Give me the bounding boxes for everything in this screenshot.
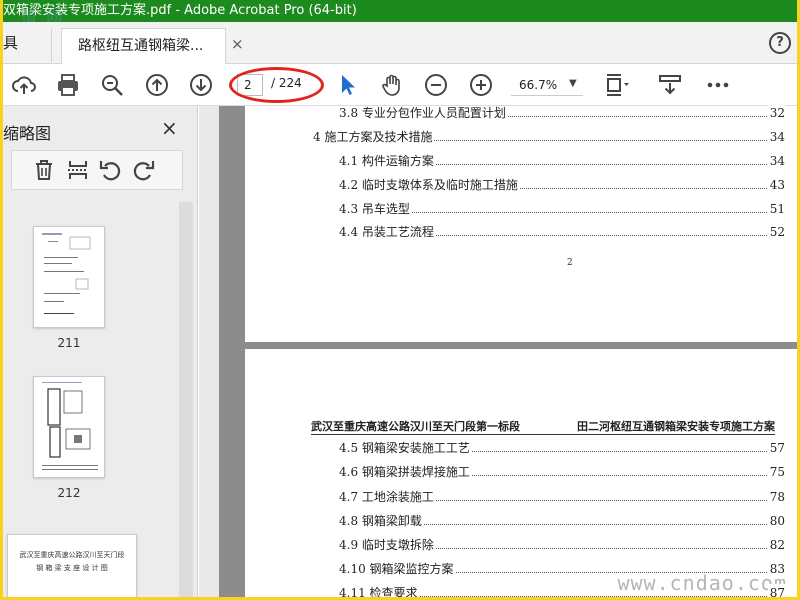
hand-tool-icon[interactable] — [379, 72, 405, 98]
rotate-left-icon[interactable] — [98, 158, 122, 182]
print-icon[interactable] — [55, 72, 81, 98]
pdf-page-3: 武汉至重庆高速公路汉川至天门段第一标段 田二河枢纽互通钢箱梁安装专项施工方案 4… — [245, 349, 797, 597]
tab-divider — [51, 28, 52, 62]
app-window: 双箱梁安装专项施工方案.pdf - Adobe Acrobat Pro (64-… — [3, 0, 797, 597]
thumbnail-number: 212 — [57, 486, 81, 500]
thumbnail-page-212[interactable] — [33, 376, 105, 478]
previous-page-icon[interactable] — [144, 72, 170, 98]
title-bar: 双箱梁安装专项施工方案.pdf - Adobe Acrobat Pro (64-… — [3, 0, 797, 22]
thumbnail-line: 钢 箱 梁 支 座 设 计 图 — [36, 564, 108, 572]
thumbnail-toolbar — [11, 150, 183, 190]
page-number: 2 — [567, 258, 573, 268]
zoom-in-icon[interactable] — [468, 72, 494, 98]
panel-close-icon[interactable]: × — [161, 116, 178, 140]
toc-entry[interactable]: 4.2 临时支墩体系及临时施工措施 43 — [339, 176, 785, 194]
zoom-out-icon[interactable] — [423, 72, 449, 98]
toc-entry[interactable]: 4.1 构件运输方案 34 — [339, 152, 785, 170]
toc-entry[interactable]: 4.9 临时支墩拆除 82 — [339, 536, 785, 554]
toc-entry[interactable]: 4.6 钢箱梁拼装焊接施工 75 — [339, 463, 785, 481]
toc-entry[interactable]: 4.7 工地涂装施工 78 — [339, 488, 785, 506]
main-toolbar: 2 / 224 66.7% ▼ — [3, 64, 797, 106]
thumbnail-page-211[interactable] — [33, 226, 105, 328]
highlight-oval — [229, 67, 324, 103]
next-page-icon[interactable] — [188, 72, 214, 98]
chevron-down-icon[interactable]: ▼ — [569, 78, 577, 89]
toc-entry[interactable]: 4.5 钢箱梁安装施工工艺 57 — [339, 439, 785, 457]
delete-page-icon[interactable] — [32, 158, 56, 182]
upload-cloud-icon[interactable] — [11, 72, 37, 98]
watermark-bottom: www.cndao.com — [617, 571, 787, 595]
split-page-icon[interactable] — [66, 158, 90, 182]
toc-entry[interactable]: 4.8 钢箱梁卸载 80 — [339, 512, 785, 530]
select-cursor-icon[interactable] — [334, 72, 360, 98]
pdf-page-2: 3.8 专业分包作业人员配置计划 32 4 施工方案及技术措施 34 4.1 构件运… — [245, 104, 797, 342]
page-display-icon[interactable] — [603, 72, 629, 98]
scroll-mode-icon[interactable] — [657, 72, 683, 98]
document-viewport[interactable]: 3.8 专业分包作业人员配置计划 32 4 施工方案及技术措施 34 4.1 构件运… — [199, 104, 797, 597]
page-header: 武汉至重庆高速公路汉川至天门段第一标段 田二河枢纽互通钢箱梁安装专项施工方案 — [311, 415, 775, 435]
document-tab[interactable]: 路枢纽互通钢箱梁... — [61, 28, 226, 64]
page-gutter — [219, 106, 245, 597]
thumbnail-page-213[interactable]: 武汉至重庆高速公路汉川至天门段 钢 箱 梁 支 座 设 计 图 — [7, 534, 137, 597]
help-icon[interactable]: ? — [769, 32, 791, 54]
document-tab-label: 路枢纽互通钢箱梁... — [78, 38, 204, 54]
tab-close-icon[interactable]: × — [231, 36, 247, 52]
thumbnail-number: 211 — [57, 336, 81, 350]
zoom-search-icon[interactable] — [99, 72, 125, 98]
toc-entry[interactable]: 4.3 吊车选型 51 — [339, 200, 785, 218]
toc-entry[interactable]: 4 施工方案及技术措施 34 — [313, 128, 785, 146]
thumbnail-line: 武汉至重庆高速公路汉川至天门段 — [19, 551, 125, 559]
panel-title: 缩略图 — [3, 124, 52, 143]
panel-scrollbar[interactable] — [179, 202, 193, 597]
more-options-icon[interactable] — [705, 72, 731, 98]
thumbnails-panel: 缩略图 × 211 212 武汉至重庆高速公路汉川至天门段 钢 箱 梁 支 座 … — [3, 106, 198, 597]
toc-entry[interactable]: 3.8 专业分包作业人员配置计划 32 — [339, 104, 785, 122]
header-left: 武汉至重庆高速公路汉川至天门段第一标段 — [311, 420, 520, 433]
tab-bar: 具 路枢纽互通钢箱梁... × ? — [3, 22, 797, 64]
rotate-right-icon[interactable] — [132, 158, 156, 182]
menu-tools[interactable]: 具 — [3, 32, 18, 53]
page-separator — [245, 342, 797, 349]
toc-entry[interactable]: 4.4 吊装工艺流程 52 — [339, 223, 785, 241]
header-right: 田二河枢纽互通钢箱梁安装专项施工方案 — [577, 420, 775, 433]
